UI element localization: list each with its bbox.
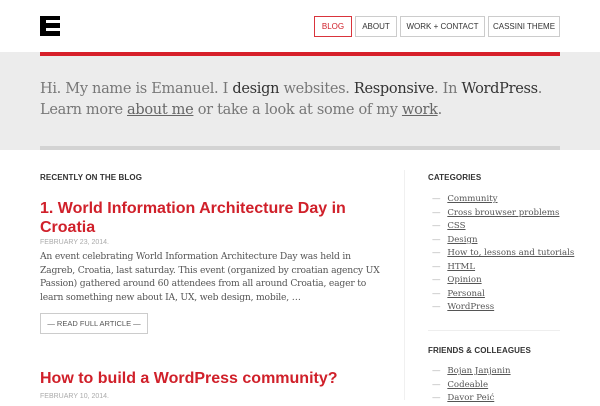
- sidebar-link[interactable]: Community: [447, 194, 497, 204]
- list-item: — Cross brouwser problems: [432, 207, 560, 218]
- post-title[interactable]: How to build a WordPress community?: [40, 369, 338, 388]
- accent-bar: [40, 52, 560, 56]
- friends-list: — Bojan Janjanin — Codeable — Davor Peić: [432, 365, 511, 406]
- read-more-button[interactable]: — READ FULL ARTICLE —: [40, 313, 148, 334]
- list-item: — Bojan Janjanin: [432, 366, 511, 376]
- list-item: — WordPress: [432, 302, 495, 312]
- nav-work-contact[interactable]: WORK + CONTACT: [400, 16, 485, 37]
- list-item: — Design: [432, 234, 478, 245]
- post-date: FEBRUARY 10, 2014.: [40, 393, 110, 400]
- list-item: — Codeable: [432, 379, 489, 390]
- divider-bar: [40, 146, 560, 150]
- sidebar-link[interactable]: Personal: [447, 289, 485, 299]
- sidebar-link[interactable]: WordPress: [447, 302, 494, 312]
- intro-text: Hi. My name is Emanuel. I design website…: [40, 81, 543, 118]
- post-title[interactable]: 1. World Information Architecture Day in…: [40, 199, 370, 237]
- list-item: — Community: [432, 194, 498, 204]
- nav-cassini-theme[interactable]: CASSINI THEME: [488, 16, 560, 37]
- sidebar-link[interactable]: CSS: [447, 221, 465, 231]
- about-me-link[interactable]: about me: [127, 102, 194, 118]
- list-item: — HTML: [432, 261, 476, 272]
- sidebar-link[interactable]: Davor Peić: [447, 393, 494, 403]
- sidebar-link[interactable]: Design: [447, 235, 477, 245]
- sidebar-link[interactable]: Bojan Janjanin: [447, 366, 510, 376]
- work-link[interactable]: work: [402, 102, 438, 118]
- list-item: — Personal: [432, 288, 485, 299]
- categories-list: — Community — Cross brouwser problems — CS…: [432, 193, 574, 315]
- sidebar-link[interactable]: Codeable: [447, 380, 488, 390]
- sidebar-link[interactable]: Opinion: [447, 275, 481, 285]
- column-divider: [404, 170, 405, 400]
- post-excerpt: An event celebrating World Information A…: [40, 251, 380, 303]
- list-item: — Opinion: [432, 275, 482, 285]
- friends-heading: FRIENDS & COLLEAGUES: [428, 346, 531, 355]
- sidebar-divider: [428, 330, 560, 331]
- nav-about[interactable]: ABOUT: [355, 16, 397, 37]
- post-date: FEBRUARY 23, 2014.: [40, 239, 110, 246]
- sidebar-link[interactable]: How to, lessons and tutorials: [447, 248, 574, 258]
- blog-heading: RECENTLY ON THE BLOG: [40, 173, 143, 182]
- list-item: — Davor Peić: [432, 393, 495, 403]
- nav-blog[interactable]: BLOG: [314, 16, 352, 37]
- categories-heading: CATEGORIES: [428, 173, 482, 182]
- logo[interactable]: [40, 16, 60, 36]
- list-item: — CSS: [432, 221, 466, 231]
- sidebar-link[interactable]: Cross brouwser problems: [447, 208, 559, 218]
- sidebar-link[interactable]: HTML: [447, 262, 475, 272]
- list-item: — How to, lessons and tutorials: [432, 248, 575, 258]
